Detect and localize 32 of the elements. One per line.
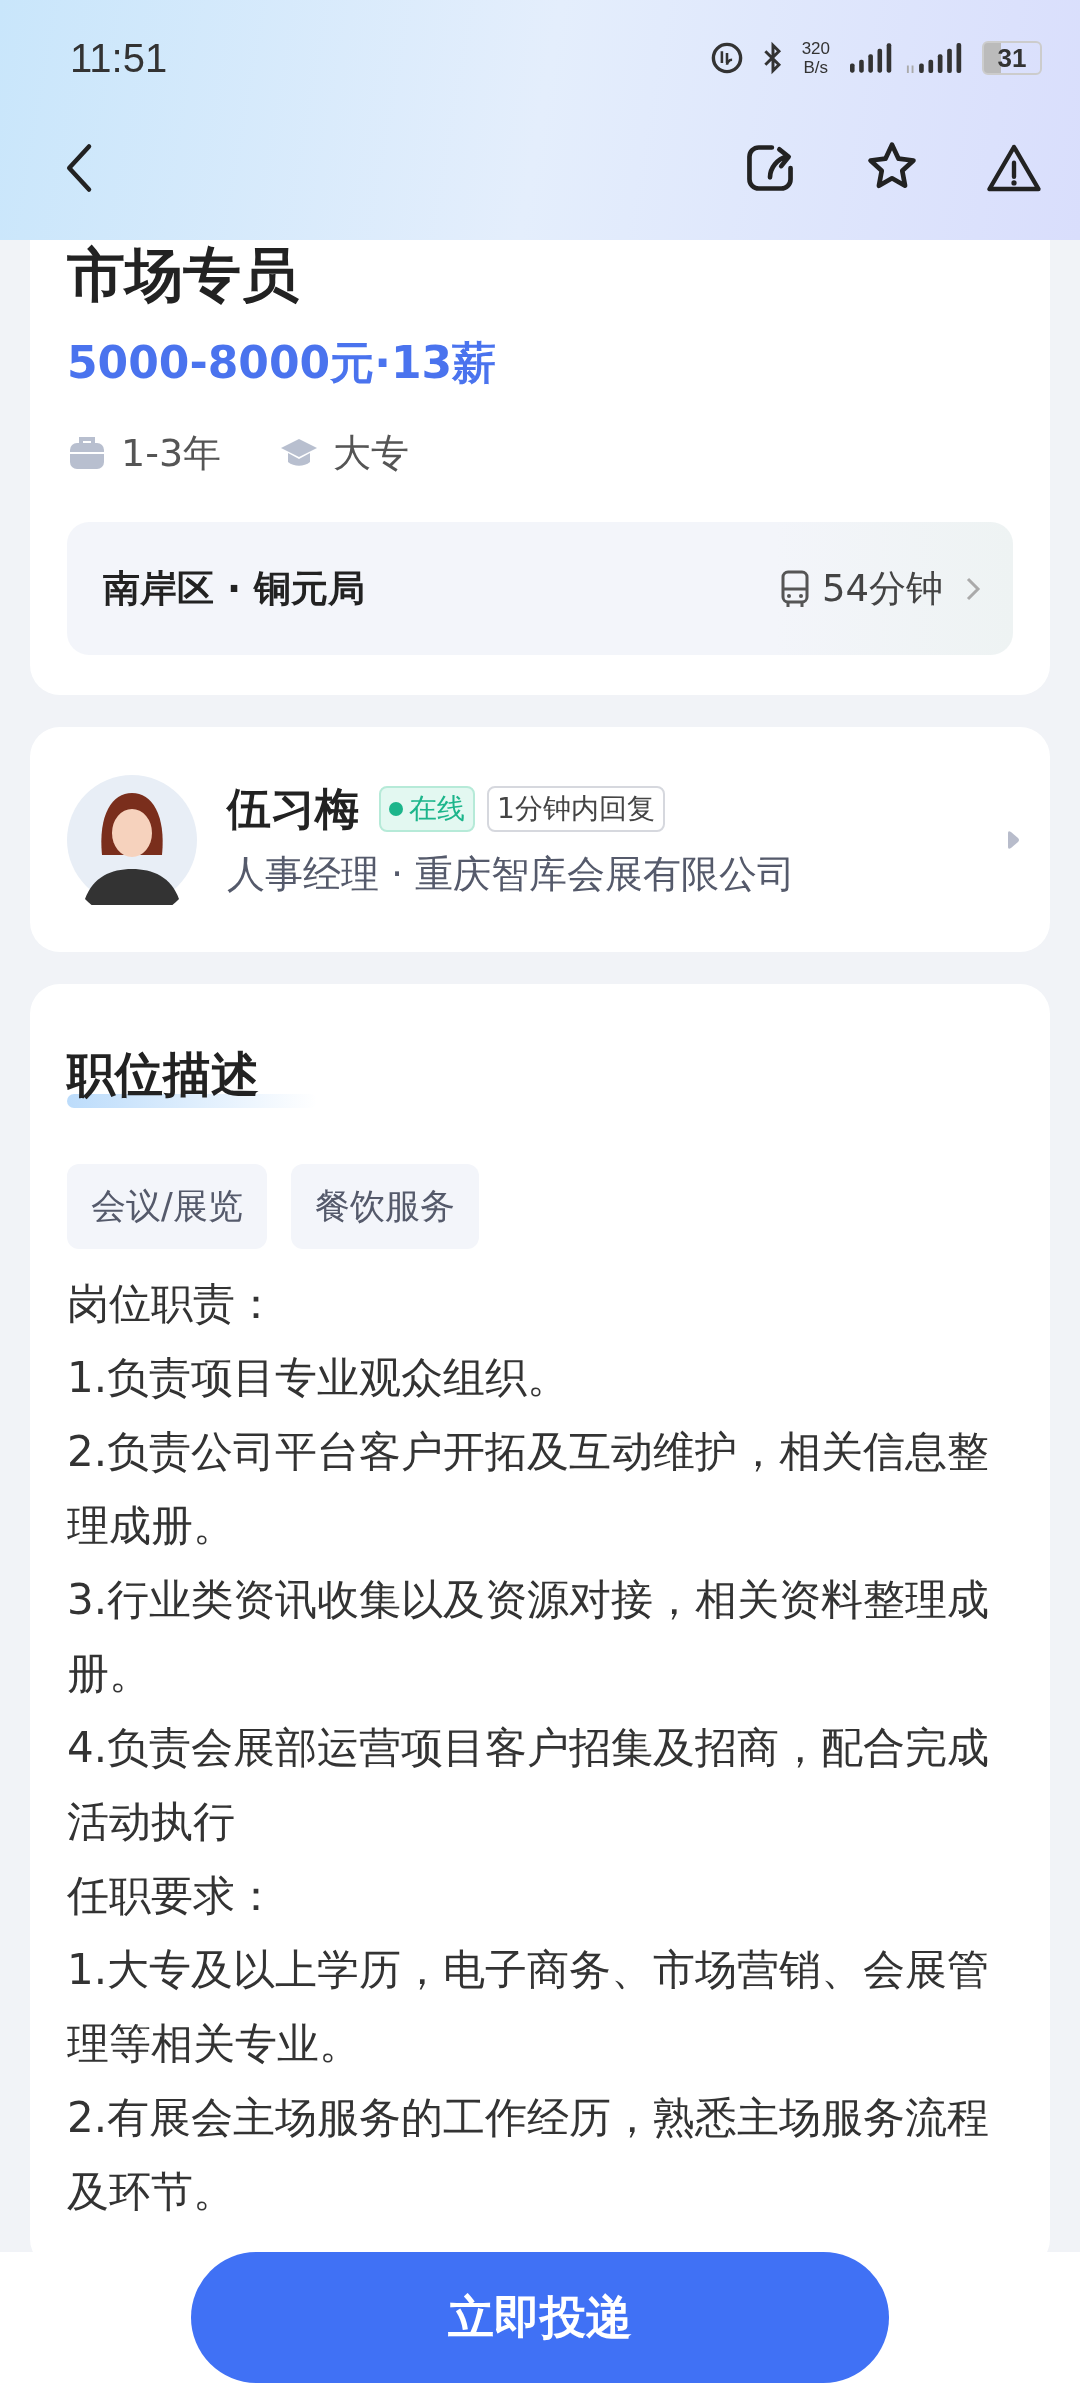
- signal-icon: [906, 41, 964, 75]
- description-text: 3.行业类资讯收集以及资源对接，相关资料整理成册。: [67, 1574, 991, 1700]
- salary: 5000-8000元·13薪: [67, 336, 498, 390]
- section-title: 职位描述: [67, 1046, 259, 1102]
- recruiter-name: 伍习梅: [227, 781, 359, 836]
- battery-indicator: 31: [982, 41, 1042, 75]
- data-saver-icon: [709, 41, 744, 75]
- reply-time-badge: 1分钟内回复: [487, 786, 665, 832]
- category-tag: 餐饮服务: [290, 1164, 479, 1249]
- description-text: 2.负责公司平台客户开拓及互动维护，相关信息整理成册。: [67, 1426, 991, 1552]
- network-speed: 320 B/s: [801, 39, 830, 77]
- requirement-text: 1-3年: [121, 430, 222, 477]
- description-text: 1.负责项目专业观众组织。: [67, 1352, 571, 1404]
- job-title: 市场专员: [67, 240, 300, 310]
- description-text: 2.有展会主场服务的工作经历，熟悉主场服务流程及环节。: [67, 2092, 991, 2218]
- category-tag: 会议/展览: [67, 1164, 267, 1249]
- apply-button[interactable]: 立即投递: [191, 2252, 889, 2383]
- location-text: 南岸区 · 铜元局: [103, 565, 365, 612]
- bus-icon: [779, 568, 810, 609]
- description-text: 岗位职责：: [67, 1278, 278, 1330]
- requirement-text: 大专: [333, 430, 410, 477]
- commute-time: 54分钟: [821, 565, 943, 612]
- location-bar[interactable]: 南岸区 · 铜元局 54分钟: [67, 522, 1013, 655]
- online-badge: 在线: [379, 786, 475, 832]
- description-text: 任职要求：: [67, 1870, 278, 1922]
- status-time: 11:51: [70, 35, 168, 81]
- caret-icon: [1006, 829, 1020, 850]
- recruiter-card[interactable]: 伍习梅 在线 1分钟内回复 人事经理 · 重庆智库会展有限公司: [30, 727, 1050, 952]
- description-text: 4.负责会展部运营项目客户招集及招商，配合完成活动执行: [67, 1722, 991, 1848]
- recruiter-position: 人事经理 · 重庆智库会展有限公司: [227, 850, 797, 898]
- description-text: 1.大专及以上学历，电子商务、市场营销、会展管理等相关专业。: [67, 1944, 991, 2070]
- signal-icon: [850, 41, 894, 75]
